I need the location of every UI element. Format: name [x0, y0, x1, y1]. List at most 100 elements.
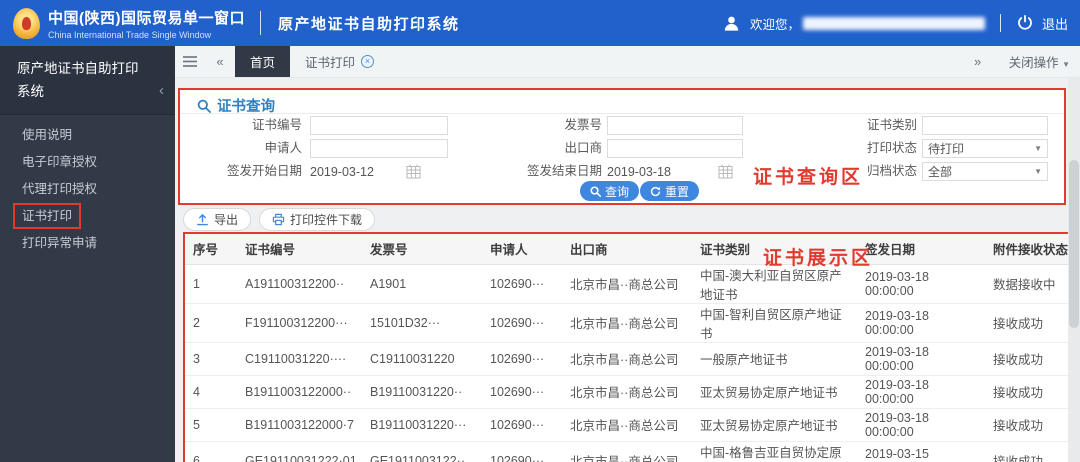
cert-type-label: 证书类别: [866, 118, 917, 132]
results-panel-annotation-box: 序号 证书编号 发票号 申请人 出口商 证书类别 签发日期 附件接收状态 1 A19110031…: [183, 232, 1070, 462]
applicant-input[interactable]: [310, 139, 448, 158]
table-cell: 接收成功: [985, 375, 1068, 409]
exporter-input[interactable]: [607, 139, 743, 158]
tab-close-icon[interactable]: ×: [361, 55, 375, 68]
column-header: 出口商: [562, 234, 692, 265]
sidebar-item-eseal-authorization[interactable]: 电子印章授权: [0, 149, 175, 176]
tab-certificate-print[interactable]: 证书打印 ×: [290, 46, 389, 77]
results-toolbar: 导出 打印控件下载: [183, 208, 383, 231]
print-status-select[interactable]: 待打印 ▼: [922, 139, 1048, 158]
export-icon: [196, 213, 209, 226]
annotation-red-frame: 证书打印: [13, 202, 82, 229]
table-cell: 2019-03-18 00:00:00: [857, 264, 985, 304]
sidebar: 原产地证书自助打印系统 ‹ 使用说明 电子印章授权 代理打印授权 证书打印 打印…: [0, 46, 175, 462]
table-cell: 接收成功: [985, 342, 1068, 376]
table-row[interactable]: 5 B1911003122000·7 B19110031220··· 102690··…: [185, 408, 1068, 442]
table-row[interactable]: 6 GE19110031222·01 GE1911003122·· 102690···…: [185, 441, 1068, 462]
table-row[interactable]: 3 C19110031220···· C19110031220 102690··· 北京…: [185, 342, 1068, 376]
sidebar-menu: 使用说明 电子印章授权 代理打印授权 证书打印 打印异常申请: [0, 115, 175, 257]
table-cell: 102690···: [482, 375, 562, 409]
table-row[interactable]: 2 F191100312200··· 15101D32··· 102690··· 北京市…: [185, 303, 1068, 343]
table-cell: 2019-03-15 00:00:00: [857, 441, 985, 462]
vertical-scrollbar[interactable]: [1068, 78, 1080, 462]
table-row[interactable]: 1 A191100312200·· A1901 102690··· 北京市昌··商总公司…: [185, 264, 1068, 304]
table-cell: 一般原产地证书: [692, 342, 857, 376]
close-operations-dropdown[interactable]: 关闭操作 ▼: [1009, 52, 1070, 71]
app-logo-icon: [13, 7, 40, 39]
cert-no-input[interactable]: [310, 116, 448, 135]
calendar-icon[interactable]: [718, 164, 733, 179]
table-cell: 2019-03-18 00:00:00: [857, 342, 985, 376]
issue-end-date-input[interactable]: 2019-03-18: [607, 162, 671, 181]
results-table-head-row: 序号 证书编号 发票号 申请人 出口商 证书类别 签发日期 附件接收状态: [185, 234, 1068, 265]
issue-end-label: 签发结束日期: [526, 164, 602, 178]
annotation-display-area: 证书展示区: [763, 248, 874, 269]
sidebar-item-label: 电子印章授权: [22, 154, 98, 169]
table-cell: 北京市昌··商总公司: [562, 303, 692, 343]
column-header: 申请人: [482, 234, 562, 265]
sidebar-item-label: 打印异常申请: [22, 235, 98, 250]
refresh-icon: [650, 186, 661, 197]
column-header: 签发日期: [857, 234, 985, 265]
search-button[interactable]: 查询: [580, 181, 640, 201]
column-header: 序号: [185, 234, 237, 265]
page-title: 原产地证书自助打印系统: [278, 15, 460, 33]
print-control-download-button[interactable]: 打印控件下载: [259, 208, 376, 231]
tab-home[interactable]: 首页: [235, 46, 291, 77]
table-cell: 2019-03-18 00:00:00: [857, 375, 985, 409]
table-cell: 2019-03-18 00:00:00: [857, 303, 985, 343]
table-cell: 北京市昌··商总公司: [562, 264, 692, 304]
column-header: 附件接收状态: [985, 234, 1068, 265]
sidebar-item-agent-print-authorization[interactable]: 代理打印授权: [0, 176, 175, 203]
exporter-label: 出口商: [564, 141, 602, 155]
user-icon: [722, 14, 741, 33]
results-table-body: 1 A191100312200·· A1901 102690··· 北京市昌··商总公司…: [185, 264, 1068, 462]
invoice-no-label: 发票号: [564, 118, 602, 132]
table-cell: 102690···: [482, 342, 562, 376]
printer-icon: [272, 213, 285, 226]
print-control-download-label: 打印控件下载: [290, 213, 363, 227]
calendar-icon[interactable]: [406, 164, 421, 179]
table-cell: 亚太贸易协定原产地证书: [692, 375, 857, 409]
table-cell: 15101D32···: [362, 303, 482, 343]
redacted-username: [802, 16, 985, 30]
sidebar-collapse-icon[interactable]: ‹: [159, 78, 164, 104]
reset-button[interactable]: 重置: [640, 181, 700, 201]
table-cell: C19110031220: [362, 342, 482, 376]
export-button[interactable]: 导出: [183, 208, 252, 231]
issue-start-value: 2019-03-12: [310, 164, 374, 179]
cert-type-input[interactable]: [922, 116, 1048, 135]
print-status-value: 待打印: [928, 142, 965, 156]
sidebar-item-certificate-print[interactable]: 证书打印: [0, 202, 175, 230]
table-cell: 4: [185, 375, 237, 409]
table-cell: B19110031220··: [362, 375, 482, 409]
table-cell: A1901: [362, 264, 482, 304]
scroll-tabs-left-icon[interactable]: «: [205, 46, 235, 77]
table-cell: 亚太贸易协定原产地证书: [692, 408, 857, 442]
brand-title: 中国(陕西)国际贸易单一窗口: [48, 9, 245, 27]
table-row[interactable]: 4 B1911003122000·· B19110031220·· 102690···…: [185, 375, 1068, 409]
table-cell: 102690···: [482, 303, 562, 343]
close-operations-label: 关闭操作: [1008, 56, 1059, 70]
export-button-label: 导出: [214, 213, 239, 227]
issue-start-date-input[interactable]: 2019-03-12: [310, 162, 374, 181]
tab-label: 证书打印: [305, 56, 356, 70]
column-header: 证书编号: [237, 234, 362, 265]
scrollbar-thumb[interactable]: [1069, 160, 1079, 328]
invoice-no-input[interactable]: [607, 116, 743, 135]
table-cell: C19110031220····: [237, 342, 362, 376]
table-cell: 5: [185, 408, 237, 442]
logout-button[interactable]: 退出: [1016, 14, 1068, 33]
table-cell: 北京市昌··商总公司: [562, 342, 692, 376]
table-cell: A191100312200··: [237, 264, 362, 304]
sidebar-item-usage-instructions[interactable]: 使用说明: [0, 122, 175, 149]
header-divider: [260, 11, 261, 35]
brand-block: 中国(陕西)国际贸易单一窗口 China International Trade…: [48, 7, 245, 40]
scroll-tabs-right-icon[interactable]: »: [963, 54, 993, 69]
archive-status-select[interactable]: 全部 ▼: [922, 162, 1048, 181]
table-cell: 接收成功: [985, 303, 1068, 343]
brand-subtitle: China International Trade Single Window: [48, 29, 212, 40]
sidebar-item-print-exception[interactable]: 打印异常申请: [0, 230, 175, 257]
column-header: 发票号: [362, 234, 482, 265]
menu-toggle-icon[interactable]: [175, 46, 205, 77]
